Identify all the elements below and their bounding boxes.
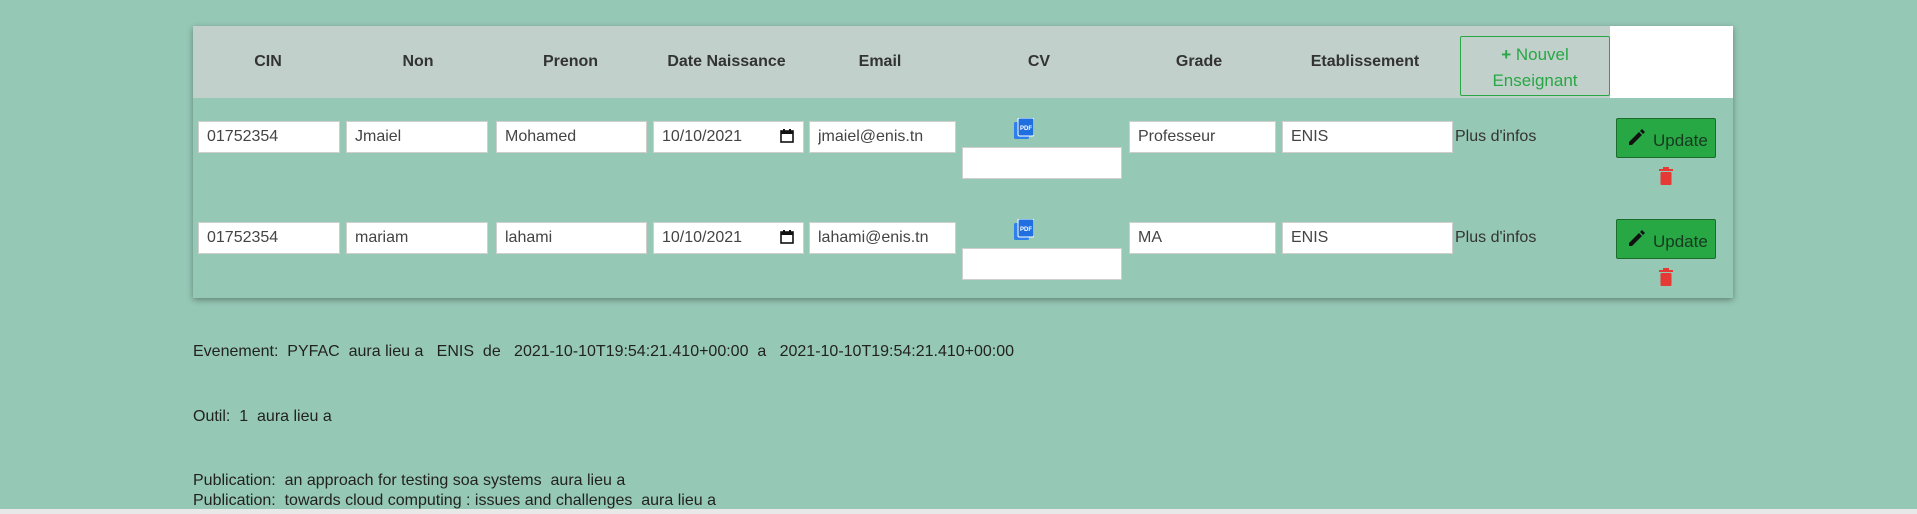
header-cin: CIN: [254, 53, 282, 70]
grade-input[interactable]: [1129, 222, 1276, 254]
pdf-icon[interactable]: PDF: [1014, 219, 1034, 241]
trash-icon[interactable]: [1658, 167, 1674, 185]
etablissement-input[interactable]: [1282, 121, 1453, 153]
prenom-input[interactable]: [496, 121, 647, 153]
nom-input[interactable]: [346, 222, 488, 254]
outil-line: Outil: 1 aura lieu a: [193, 408, 332, 425]
header-email: Email: [858, 53, 902, 70]
header-blank-cell: [1610, 26, 1733, 98]
date-naissance-field[interactable]: [653, 121, 804, 153]
calendar-icon[interactable]: [780, 230, 794, 244]
evenement-line: Evenement: PYFAC aura lieu a ENIS de 202…: [193, 343, 1015, 360]
table-row: PDF Plus d'infos Update: [193, 98, 1733, 198]
calendar-icon[interactable]: [780, 129, 794, 143]
plus-icon: +: [1501, 44, 1512, 64]
grade-input[interactable]: [1129, 121, 1276, 153]
new-teacher-label-line2: Enseignant: [1492, 70, 1578, 90]
publication-line: Publication: towards cloud computing : i…: [193, 492, 716, 509]
svg-text:PDF: PDF: [1020, 126, 1032, 132]
svg-text:PDF: PDF: [1020, 227, 1032, 233]
pdf-icon[interactable]: PDF: [1014, 118, 1034, 140]
cin-input[interactable]: [198, 222, 340, 254]
email-input[interactable]: [809, 222, 956, 254]
cv-file-input[interactable]: [962, 147, 1122, 179]
trash-icon[interactable]: [1658, 268, 1674, 286]
cin-input[interactable]: [198, 121, 340, 153]
header-nom: Non: [402, 53, 434, 70]
table-body: PDF Plus d'infos Update: [193, 98, 1733, 298]
email-input[interactable]: [809, 121, 956, 153]
update-label: Update: [1653, 232, 1708, 251]
update-label: Update: [1653, 131, 1708, 150]
pencil-icon: [1629, 230, 1645, 246]
more-info-link[interactable]: Plus d'infos: [1455, 228, 1536, 248]
header-etablissement: Etablissement: [1310, 53, 1420, 70]
header-date-naissance: Date Naissance: [667, 53, 786, 70]
new-teacher-label-line1: Nouvel: [1515, 44, 1569, 64]
prenom-input[interactable]: [496, 222, 647, 254]
update-button[interactable]: Update: [1616, 118, 1716, 158]
header-grade: Grade: [1175, 53, 1223, 70]
more-info-link[interactable]: Plus d'infos: [1455, 127, 1536, 147]
horizontal-scrollbar[interactable]: [0, 509, 1917, 514]
teachers-table: CIN Non Prenon Date Naissance Email CV G…: [193, 26, 1733, 298]
date-naissance-field[interactable]: [653, 222, 804, 254]
pencil-icon: [1629, 129, 1645, 145]
new-teacher-button[interactable]: + Nouvel Enseignant: [1460, 36, 1610, 96]
table-row: PDF Plus d'infos Update: [193, 199, 1733, 299]
table-header: CIN Non Prenon Date Naissance Email CV G…: [193, 26, 1610, 98]
header-cv: CV: [1027, 53, 1051, 70]
update-button[interactable]: Update: [1616, 219, 1716, 259]
publication-line: Publication: an approach for testing soa…: [193, 472, 626, 489]
etablissement-input[interactable]: [1282, 222, 1453, 254]
header-prenom: Prenon: [542, 53, 599, 70]
cv-file-input[interactable]: [962, 248, 1122, 280]
nom-input[interactable]: [346, 121, 488, 153]
